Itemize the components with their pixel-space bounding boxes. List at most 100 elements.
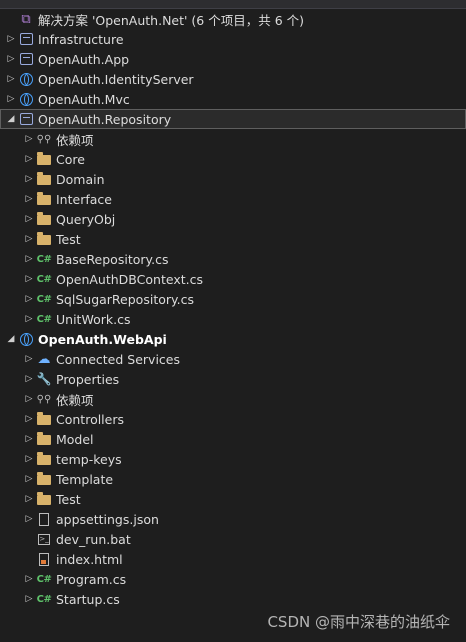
chevron-down-icon[interactable]: ◢ xyxy=(4,114,18,124)
tree-item-label: BaseRepository.cs xyxy=(56,251,169,267)
chevron-right-icon[interactable]: ▷ xyxy=(4,34,18,44)
tree-item-label: Properties xyxy=(56,371,120,387)
chevron-right-icon[interactable]: ▷ xyxy=(22,154,36,164)
chevron-right-icon[interactable]: ▷ xyxy=(22,274,36,284)
folder-icon xyxy=(36,171,52,187)
project-label: OpenAuth.IdentityServer xyxy=(38,71,194,87)
tree-item-label: Connected Services xyxy=(56,351,180,367)
csharp-file-icon: C# xyxy=(36,253,52,265)
chevron-right-icon[interactable]: ▷ xyxy=(22,314,36,324)
webapi-folder-controllers[interactable]: ▷ Controllers xyxy=(0,409,466,429)
webapi-folder-temp-keys[interactable]: ▷ temp-keys xyxy=(0,449,466,469)
chevron-right-icon[interactable]: ▷ xyxy=(22,414,36,424)
chevron-right-icon[interactable]: ▷ xyxy=(22,514,36,524)
project-openauth-app[interactable]: ▷ OpenAuth.App xyxy=(0,49,466,69)
webapi-folder-template[interactable]: ▷ Template xyxy=(0,469,466,489)
tree-item-label: Controllers xyxy=(56,411,124,427)
tree-item-label: Interface xyxy=(56,191,112,207)
webapi-folder-model[interactable]: ▷ Model xyxy=(0,429,466,449)
dependencies-icon: ⚲⚲ xyxy=(36,393,52,405)
folder-icon xyxy=(36,411,52,427)
chevron-right-icon[interactable]: ▷ xyxy=(4,74,18,84)
webapi-file-index-html[interactable]: index.html xyxy=(0,549,466,569)
project-icon xyxy=(18,111,34,127)
project-infrastructure[interactable]: ▷ Infrastructure xyxy=(0,29,466,49)
repo-file-baserepository[interactable]: ▷ C# BaseRepository.cs xyxy=(0,249,466,269)
repo-folder-test[interactable]: ▷ Test xyxy=(0,229,466,249)
project-openauth-identityserver[interactable]: ▷ OpenAuth.IdentityServer xyxy=(0,69,466,89)
repo-folder-interface[interactable]: ▷ Interface xyxy=(0,189,466,209)
project-label: Infrastructure xyxy=(38,31,124,47)
webapi-file-program[interactable]: ▷ C# Program.cs xyxy=(0,569,466,589)
project-openauth-mvc[interactable]: ▷ OpenAuth.Mvc xyxy=(0,89,466,109)
project-icon xyxy=(18,31,34,47)
repo-folder-core[interactable]: ▷ Core xyxy=(0,149,466,169)
chevron-right-icon[interactable]: ▷ xyxy=(22,294,36,304)
project-openauth-repository[interactable]: ◢ OpenAuth.Repository xyxy=(0,109,466,129)
chevron-right-icon[interactable]: ▷ xyxy=(22,254,36,264)
chevron-right-icon[interactable]: ▷ xyxy=(22,174,36,184)
chevron-right-icon[interactable]: ▷ xyxy=(22,434,36,444)
webapi-properties[interactable]: ▷ 🔧 Properties xyxy=(0,369,466,389)
chevron-down-icon[interactable]: ◢ xyxy=(4,334,18,344)
tree-item-label: Template xyxy=(56,471,114,487)
tree-item-label: Program.cs xyxy=(56,571,127,587)
csharp-file-icon: C# xyxy=(36,273,52,285)
project-openauth-webapi[interactable]: ◢ OpenAuth.WebApi xyxy=(0,329,466,349)
tree-item-label: index.html xyxy=(56,551,123,567)
tree-item-label: dev_run.bat xyxy=(56,531,131,547)
tree-item-label: UnitWork.cs xyxy=(56,311,131,327)
chevron-right-icon[interactable]: ▷ xyxy=(4,94,18,104)
web-project-icon xyxy=(18,331,34,347)
tree-item-label: Test xyxy=(56,491,81,507)
folder-icon xyxy=(36,491,52,507)
chevron-right-icon[interactable]: ▷ xyxy=(22,474,36,484)
folder-icon xyxy=(36,211,52,227)
webapi-file-appsettings[interactable]: ▷ appsettings.json xyxy=(0,509,466,529)
tree-item-label: Core xyxy=(56,151,85,167)
tree-item-label: Domain xyxy=(56,171,105,187)
chevron-right-icon[interactable]: ▷ xyxy=(22,394,36,404)
folder-icon xyxy=(36,231,52,247)
webapi-dependencies[interactable]: ▷ ⚲⚲ 依赖项 xyxy=(0,389,466,409)
solution-label: 解决方案 'OpenAuth.Net' (6 个项目，共 6 个) xyxy=(38,12,304,28)
repo-file-openauthdbcontext[interactable]: ▷ C# OpenAuthDBContext.cs xyxy=(0,269,466,289)
repo-file-sqlsugarrepository[interactable]: ▷ C# SqlSugarRepository.cs xyxy=(0,289,466,309)
webapi-folder-test[interactable]: ▷ Test xyxy=(0,489,466,509)
dependencies-icon: ⚲⚲ xyxy=(36,133,52,145)
repo-folder-domain[interactable]: ▷ Domain xyxy=(0,169,466,189)
chevron-right-icon[interactable]: ▷ xyxy=(22,214,36,224)
webapi-file-dev-run[interactable]: >_ dev_run.bat xyxy=(0,529,466,549)
chevron-right-icon[interactable]: ▷ xyxy=(22,594,36,604)
html-file-icon xyxy=(36,551,52,567)
tree-item-label: OpenAuthDBContext.cs xyxy=(56,271,203,287)
watermark: CSDN @雨中深巷的油纸伞 xyxy=(267,613,450,631)
chevron-right-icon[interactable]: ▷ xyxy=(4,54,18,64)
csharp-file-icon: C# xyxy=(36,293,52,305)
chevron-right-icon[interactable]: ▷ xyxy=(22,374,36,384)
solution-node[interactable]: ⧉ 解决方案 'OpenAuth.Net' (6 个项目，共 6 个) xyxy=(0,9,466,29)
webapi-file-startup[interactable]: ▷ C# Startup.cs xyxy=(0,589,466,609)
folder-icon xyxy=(36,431,52,447)
chevron-right-icon[interactable]: ▷ xyxy=(22,194,36,204)
chevron-right-icon[interactable]: ▷ xyxy=(22,234,36,244)
webapi-connected-services[interactable]: ▷ ☁ Connected Services xyxy=(0,349,466,369)
chevron-right-icon[interactable]: ▷ xyxy=(22,354,36,364)
tree-item-label: 依赖项 xyxy=(56,392,94,408)
project-label: OpenAuth.App xyxy=(38,51,130,67)
repo-dependencies[interactable]: ▷ ⚲⚲ 依赖项 xyxy=(0,129,466,149)
folder-icon xyxy=(36,471,52,487)
chevron-right-icon[interactable]: ▷ xyxy=(22,494,36,504)
repo-file-unitwork[interactable]: ▷ C# UnitWork.cs xyxy=(0,309,466,329)
tree-item-label: appsettings.json xyxy=(56,511,159,527)
csharp-file-icon: C# xyxy=(36,593,52,605)
tree-item-label: QueryObj xyxy=(56,211,116,227)
repo-folder-queryobj[interactable]: ▷ QueryObj xyxy=(0,209,466,229)
batch-file-icon: >_ xyxy=(38,533,50,545)
tree-item-label: Model xyxy=(56,431,94,447)
folder-icon xyxy=(36,151,52,167)
chevron-right-icon[interactable]: ▷ xyxy=(22,454,36,464)
chevron-right-icon[interactable]: ▷ xyxy=(22,134,36,144)
chevron-right-icon[interactable]: ▷ xyxy=(22,574,36,584)
project-label: OpenAuth.Repository xyxy=(38,111,172,127)
